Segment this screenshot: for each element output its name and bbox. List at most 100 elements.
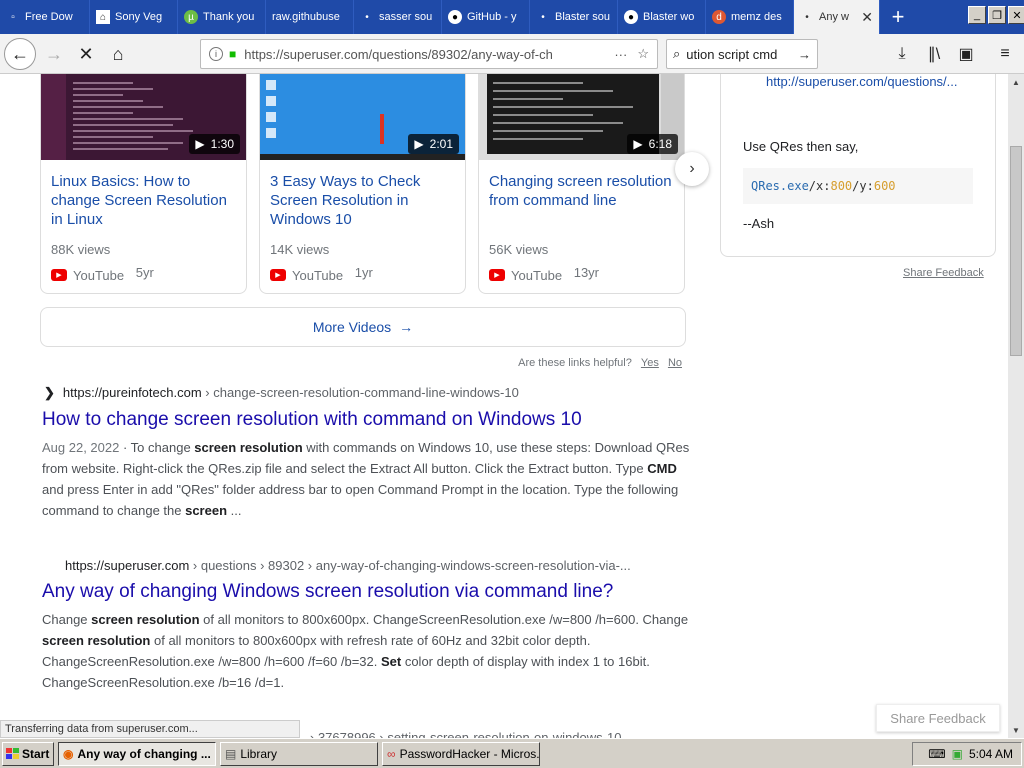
tab-6[interactable]: ● GitHub - y: [442, 0, 530, 34]
more-videos-button[interactable]: More Videos →: [40, 307, 686, 347]
network-icon[interactable]: ▣: [952, 747, 963, 761]
code-token: /x:: [808, 179, 831, 193]
tab-4[interactable]: raw.githubuse: [266, 0, 354, 34]
tab-8[interactable]: ● Blaster wo: [618, 0, 706, 34]
panel-link[interactable]: http://superuser.com/questions/...: [766, 74, 958, 89]
new-tab-button[interactable]: +: [880, 0, 916, 34]
result-path: › 37678996 › setting-screen-resolution-o…: [310, 730, 622, 738]
bookmark-star-icon[interactable]: ☆: [637, 46, 649, 62]
video-card[interactable]: ▶ 2:01 3 Easy Ways to Check Screen Resolu…: [259, 74, 466, 294]
video-age: 5yr: [135, 265, 154, 280]
feedback-yes-link[interactable]: Yes: [641, 357, 659, 369]
vertical-scrollbar[interactable]: ▲ ▼: [1008, 74, 1024, 738]
video-views: 88K views: [51, 242, 111, 257]
video-title[interactable]: Changing screen resolution from command …: [489, 172, 675, 210]
github-icon: ●: [624, 10, 638, 24]
library-icon[interactable]: ∥\: [922, 42, 946, 66]
carousel-next-button[interactable]: ›: [675, 152, 709, 186]
more-icon[interactable]: ···: [614, 47, 627, 62]
close-window-button[interactable]: ✕: [1008, 6, 1024, 24]
stop-button[interactable]: ✕: [70, 38, 102, 70]
tab-active[interactable]: • Any w ✕: [794, 0, 880, 34]
windows-logo-icon: [6, 748, 19, 759]
answer-panel: http://superuser.com/questions/... Use Q…: [720, 74, 996, 257]
result-site[interactable]: https://pureinfotech.com: [63, 385, 202, 400]
search-input[interactable]: ution script cmd: [686, 47, 798, 62]
panel-signature: --Ash: [743, 216, 775, 231]
video-card[interactable]: ▶ 6:18 Changing screen resolution from co…: [478, 74, 685, 294]
video-age: 1yr: [354, 265, 373, 280]
share-feedback-button[interactable]: Share Feedback: [876, 704, 1000, 732]
video-source: ▶ YouTube 13yr: [489, 265, 599, 283]
tab-7[interactable]: • Blaster sou: [530, 0, 618, 34]
snippet-bold: screen resolution: [194, 440, 303, 455]
sidebar-icon[interactable]: ▣: [954, 42, 978, 66]
task-label: Any way of changing ...: [77, 746, 211, 761]
tab-label: memz des: [731, 11, 782, 23]
video-thumbnail[interactable]: ▶ 1:30: [41, 74, 246, 160]
taskbar-item-library[interactable]: ▤ Library: [220, 741, 378, 766]
chevron-right-icon: ›: [689, 160, 695, 177]
info-icon[interactable]: i: [209, 47, 223, 61]
github-icon: ●: [448, 10, 462, 24]
forward-button[interactable]: →: [38, 38, 70, 70]
download-icon[interactable]: ⤓: [890, 42, 914, 66]
result-path: › change-screen-resolution-command-line-…: [201, 385, 519, 400]
share-feedback-link[interactable]: Share Feedback: [903, 267, 984, 279]
more-videos-label: More Videos: [312, 319, 392, 335]
result-cite: › 37678996 › setting-screen-resolution-o…: [310, 730, 621, 738]
result-date: Aug 22, 2022: [42, 440, 120, 455]
tab-9[interactable]: d memz des: [706, 0, 794, 34]
page-content: ▶ 1:30 Linux Basics: How to change Screen…: [0, 74, 1008, 738]
code-command: QRes.exe: [751, 179, 809, 193]
tab-label: Any w: [819, 11, 849, 23]
start-button[interactable]: Start: [2, 741, 54, 766]
tab-1[interactable]: ▫ Free Dow: [0, 0, 90, 34]
video-title[interactable]: 3 Easy Ways to Check Screen Resolution i…: [270, 172, 456, 229]
clock[interactable]: 5:04 AM: [969, 747, 1013, 761]
page-icon: ▫: [11, 11, 15, 23]
video-age: 13yr: [573, 265, 600, 280]
minimize-button[interactable]: _: [968, 6, 986, 24]
tab-5[interactable]: • sasser sou: [354, 0, 442, 34]
feedback-no-link[interactable]: No: [668, 357, 682, 369]
system-tray: ⌨ ▣ 5:04 AM: [912, 742, 1022, 766]
result-title[interactable]: How to change screen resolution with com…: [42, 409, 582, 431]
back-button[interactable]: ←: [4, 38, 36, 70]
tab-2[interactable]: ⌂ Sony Veg: [90, 0, 178, 34]
dot-icon: •: [365, 11, 369, 23]
result-cite: https://superuser.com › questions › 8930…: [65, 558, 631, 573]
firefox-icon: ◉: [63, 746, 74, 761]
close-tab-icon[interactable]: ✕: [861, 9, 873, 26]
code-number: 600: [873, 179, 896, 193]
snippet-bold: screen resolution: [91, 612, 200, 627]
video-thumbnail[interactable]: ▶ 6:18: [479, 74, 684, 160]
taskbar-item-firefox[interactable]: ◉ Any way of changing ...: [58, 741, 216, 766]
result-title[interactable]: Any way of changing Windows screen resol…: [42, 581, 613, 603]
video-thumbnail[interactable]: ▶ 2:01: [260, 74, 465, 160]
snippet-text: · To change: [119, 440, 195, 455]
maximize-button[interactable]: ❐: [988, 6, 1006, 24]
tab-3[interactable]: µ Thank you: [178, 0, 266, 34]
video-title[interactable]: Linux Basics: How to change Screen Resol…: [51, 172, 237, 229]
window-controls: _ ❐ ✕: [968, 6, 1024, 24]
youtube-icon: ▶: [51, 269, 67, 281]
result-site[interactable]: https://superuser.com: [65, 558, 189, 573]
keyboard-icon[interactable]: ⌨: [928, 747, 945, 761]
home-button[interactable]: ⌂: [102, 38, 134, 70]
taskbar-item-visual-studio[interactable]: ∞ PasswordHacker - Micros...: [382, 741, 540, 766]
duration-text: 1:30: [210, 137, 234, 151]
menu-icon[interactable]: ≡: [993, 42, 1017, 66]
url-bar[interactable]: i ■ https://superuser.com/questions/8930…: [200, 39, 658, 69]
scroll-up-icon[interactable]: ▲: [1008, 74, 1024, 90]
result-path: › questions › 89302 › any-way-of-changin…: [189, 558, 631, 573]
search-bar[interactable]: ⌕ ution script cmd →: [666, 39, 818, 69]
code-token: /y:: [852, 179, 874, 193]
video-card[interactable]: ▶ 1:30 Linux Basics: How to change Screen…: [40, 74, 247, 294]
search-go-icon[interactable]: →: [798, 47, 811, 62]
tab-label: Sony Veg: [115, 11, 163, 23]
dot-icon: •: [541, 11, 545, 23]
scroll-thumb[interactable]: [1010, 146, 1022, 356]
status-bar: Transferring data from superuser.com...: [0, 720, 300, 738]
scroll-down-icon[interactable]: ▼: [1008, 722, 1024, 738]
